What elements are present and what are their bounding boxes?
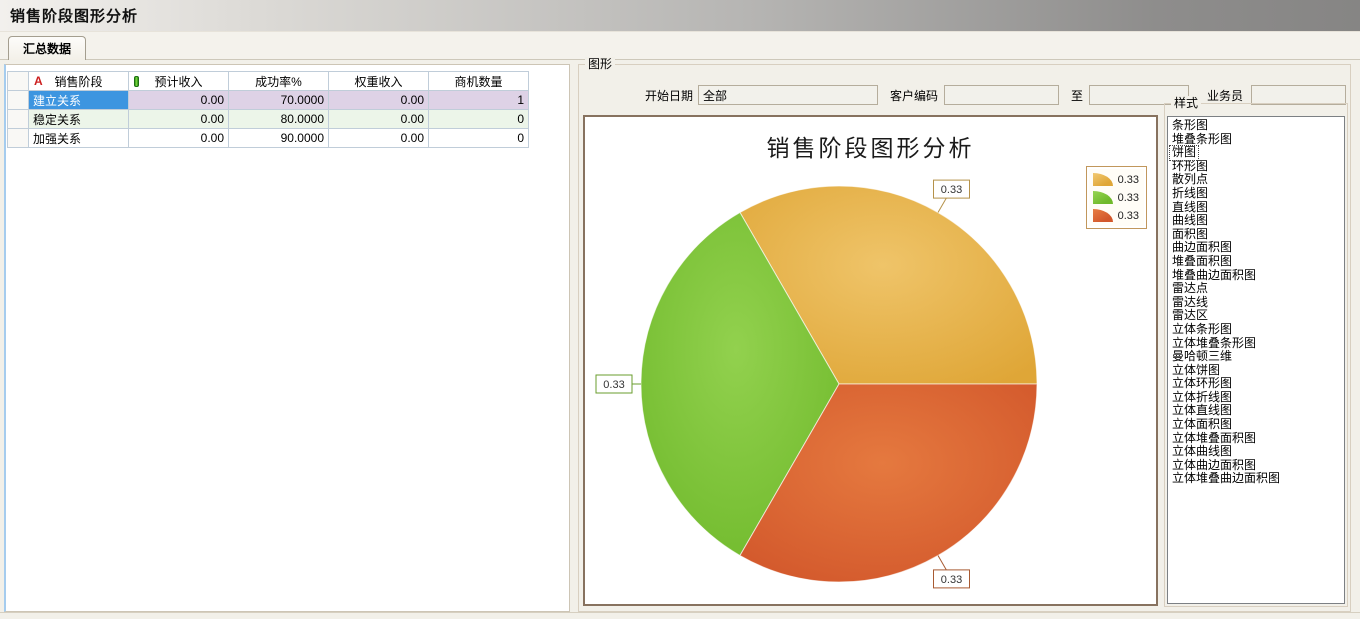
table-row[interactable]: 加强关系0.0090.00000.000	[8, 129, 529, 148]
chart-legend: 0.33 0.33 0.33	[1086, 166, 1147, 229]
style-option[interactable]: 曲线图	[1170, 214, 1210, 228]
legend-swatch-icon	[1093, 173, 1113, 186]
start-date-label: 开始日期	[645, 87, 693, 104]
cell-success-rate[interactable]: 80.0000	[229, 110, 329, 129]
table-row[interactable]: 稳定关系0.0080.00000.000	[8, 110, 529, 129]
stage-table-body: 建立关系0.0070.00000.001稳定关系0.0080.00000.000…	[8, 91, 529, 148]
legend-entry: 0.33	[1093, 208, 1139, 223]
bottom-strip	[0, 612, 1360, 619]
stage-table: A 销售阶段 预计收入 成功率% 权重收入 商机数量 建立关系0.0070.00…	[7, 71, 529, 148]
to-label: 至	[1071, 87, 1083, 104]
customer-code-label: 客户编码	[890, 87, 938, 104]
style-option[interactable]: 曲边面积图	[1170, 241, 1234, 255]
column-header-opportunity-count[interactable]: 商机数量	[429, 72, 529, 91]
tab-label: 汇总数据	[23, 40, 71, 57]
legend-entry: 0.33	[1093, 172, 1139, 187]
graph-group: 图形 开始日期 客户编码 至 业务员 0.330.330.33 销售阶段图形分析…	[578, 64, 1351, 612]
style-option[interactable]: 立体堆叠条形图	[1170, 337, 1258, 351]
window-titlebar: 销售阶段图形分析	[0, 0, 1360, 32]
legend-value: 0.33	[1118, 210, 1139, 222]
cell-stage[interactable]: 加强关系	[29, 129, 129, 148]
style-listbox[interactable]: 条形图堆叠条形图饼图环形图散列点折线图直线图曲线图面积图曲边面积图堆叠面积图堆叠…	[1167, 116, 1345, 604]
column-header-success-rate[interactable]: 成功率%	[229, 72, 329, 91]
style-option[interactable]: 立体环形图	[1170, 377, 1234, 391]
tab-strip: 汇总数据	[0, 32, 1360, 60]
style-option[interactable]: 面积图	[1170, 228, 1210, 242]
cell-opportunity-count[interactable]: 1	[429, 91, 529, 110]
cell-stage[interactable]: 建立关系	[29, 91, 129, 110]
cell-expected-income[interactable]: 0.00	[129, 110, 229, 129]
salesman-input[interactable]	[1251, 85, 1346, 105]
pie-svg: 0.33 0.33 0.33	[585, 117, 1156, 604]
column-header-expected-income[interactable]: 预计收入	[129, 72, 229, 91]
row-indicator-cell[interactable]	[8, 129, 29, 148]
row-indicator-cell[interactable]	[8, 91, 29, 110]
table-header-row: A 销售阶段 预计收入 成功率% 权重收入 商机数量	[8, 72, 529, 91]
sort-a-icon: A	[34, 74, 43, 88]
style-group-caption: 样式	[1171, 96, 1201, 110]
callout-value: 0.33	[603, 379, 624, 391]
style-option[interactable]: 雷达点	[1170, 282, 1210, 296]
stage-table-panel: A 销售阶段 预计收入 成功率% 权重收入 商机数量 建立关系0.0070.00…	[4, 64, 570, 612]
style-option[interactable]: 散列点	[1170, 173, 1210, 187]
cell-expected-income[interactable]: 0.00	[129, 129, 229, 148]
customer-code-input[interactable]	[944, 85, 1059, 105]
cell-opportunity-count[interactable]: 0	[429, 129, 529, 148]
chart-title: 销售阶段图形分析	[585, 129, 1156, 163]
style-option[interactable]: 条形图	[1170, 119, 1210, 133]
style-option[interactable]: 立体堆叠曲边面积图	[1170, 472, 1282, 486]
table-row[interactable]: 建立关系0.0070.00000.001	[8, 91, 529, 110]
start-date-input[interactable]	[698, 85, 878, 105]
style-option[interactable]: 曼哈顿三维	[1170, 350, 1234, 364]
cell-weighted-income[interactable]: 0.00	[329, 129, 429, 148]
style-option[interactable]: 雷达区	[1170, 309, 1210, 323]
graph-group-caption: 图形	[585, 57, 615, 71]
style-option[interactable]: 饼图	[1170, 146, 1198, 160]
salesman-label: 业务员	[1207, 87, 1243, 104]
column-header-stage[interactable]: A 销售阶段	[29, 72, 129, 91]
tab-summary-data[interactable]: 汇总数据	[8, 36, 86, 60]
cell-success-rate[interactable]: 70.0000	[229, 91, 329, 110]
filter-bar-icon	[134, 76, 139, 87]
style-option[interactable]: 堆叠条形图	[1170, 133, 1234, 147]
chart-box: 0.33 0.33 0.33 销售阶段图形分析 0.33 0.33 0.33	[583, 115, 1158, 606]
cell-success-rate[interactable]: 90.0000	[229, 129, 329, 148]
style-option[interactable]: 立体条形图	[1170, 323, 1234, 337]
style-option[interactable]: 立体曲线图	[1170, 445, 1234, 459]
main-area: A 销售阶段 预计收入 成功率% 权重收入 商机数量 建立关系0.0070.00…	[0, 61, 1360, 612]
callout-value: 0.33	[941, 574, 962, 586]
cell-weighted-income[interactable]: 0.00	[329, 91, 429, 110]
window-title: 销售阶段图形分析	[10, 5, 138, 26]
cell-stage[interactable]: 稳定关系	[29, 110, 129, 129]
callout-value: 0.33	[941, 184, 962, 196]
legend-entry: 0.33	[1093, 190, 1139, 205]
style-group: 样式 条形图堆叠条形图饼图环形图散列点折线图直线图曲线图面积图曲边面积图堆叠面积…	[1164, 103, 1348, 607]
row-indicator-header	[8, 72, 29, 91]
legend-swatch-icon	[1093, 191, 1113, 204]
cell-opportunity-count[interactable]: 0	[429, 110, 529, 129]
cell-weighted-income[interactable]: 0.00	[329, 110, 429, 129]
style-option[interactable]: 立体面积图	[1170, 418, 1234, 432]
style-option[interactable]: 堆叠曲边面积图	[1170, 269, 1258, 283]
legend-value: 0.33	[1118, 174, 1139, 186]
legend-value: 0.33	[1118, 192, 1139, 204]
cell-expected-income[interactable]: 0.00	[129, 91, 229, 110]
style-option[interactable]: 直线图	[1170, 201, 1210, 215]
style-option[interactable]: 雷达线	[1170, 296, 1210, 310]
legend-swatch-icon	[1093, 209, 1113, 222]
row-indicator-cell[interactable]	[8, 110, 29, 129]
column-header-weighted-income[interactable]: 权重收入	[329, 72, 429, 91]
style-option[interactable]: 折线图	[1170, 187, 1210, 201]
style-option[interactable]: 堆叠面积图	[1170, 255, 1234, 269]
